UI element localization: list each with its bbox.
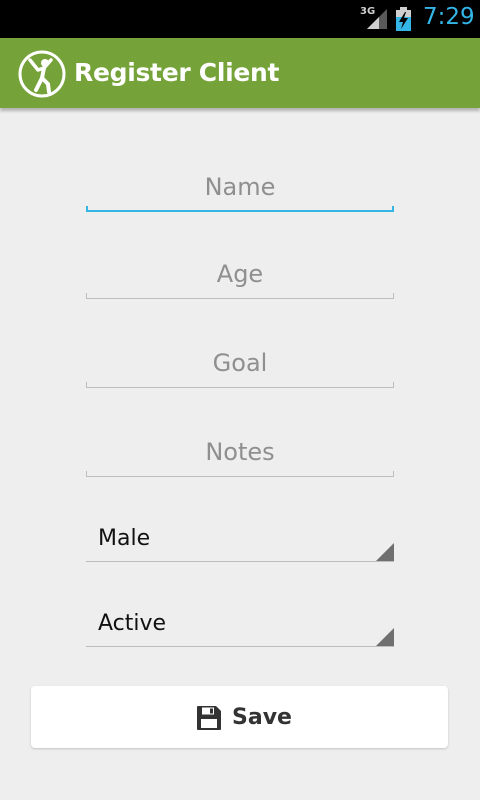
goal-field-underline <box>86 382 394 388</box>
notes-input[interactable] <box>86 433 394 471</box>
clock: 7:29 <box>423 4 475 30</box>
name-field[interactable] <box>86 168 394 212</box>
age-field[interactable] <box>86 255 394 299</box>
fitness-person-icon[interactable] <box>18 50 66 98</box>
status-bar: 3G 7:29 <box>0 0 480 38</box>
age-field-underline <box>86 293 394 299</box>
gender-spinner-line <box>86 561 394 562</box>
notes-field[interactable] <box>86 433 394 477</box>
name-field-underline <box>86 206 394 212</box>
age-input[interactable] <box>86 255 394 293</box>
dropdown-arrow-icon <box>376 543 394 561</box>
name-input[interactable] <box>86 168 394 206</box>
notes-field-underline <box>86 471 394 477</box>
action-bar: Register Client <box>0 38 480 108</box>
page-title: Register Client <box>74 58 280 87</box>
signal-icon <box>367 9 387 29</box>
gender-selected-value: Male <box>98 526 151 551</box>
save-button[interactable]: Save <box>31 686 448 748</box>
save-button-label: Save <box>232 705 292 730</box>
gender-spinner[interactable]: Male <box>86 518 394 562</box>
dropdown-arrow-icon <box>376 628 394 646</box>
goal-field[interactable] <box>86 344 394 388</box>
activity-selected-value: Active <box>98 611 167 636</box>
activity-spinner-line <box>86 646 394 647</box>
floppy-disk-icon <box>197 706 221 730</box>
goal-input[interactable] <box>86 344 394 382</box>
battery-charging-icon <box>396 7 411 31</box>
activity-spinner[interactable]: Active <box>86 603 394 647</box>
